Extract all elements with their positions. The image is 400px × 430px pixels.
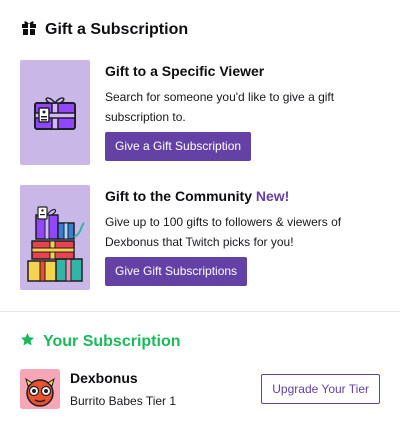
tier-name: Burrito Babes Tier 1 bbox=[70, 394, 177, 408]
section-divider bbox=[0, 311, 400, 312]
gift-box-illustration bbox=[20, 60, 90, 165]
subscription-row: Dexbonus Burrito Babes Tier 1 Upgrade Yo… bbox=[20, 369, 380, 409]
channel-name: Dexbonus bbox=[70, 370, 138, 386]
your-subscription-header: Your Subscription bbox=[20, 332, 180, 352]
upgrade-tier-button[interactable]: Upgrade Your Tier bbox=[261, 374, 380, 404]
gift-community-title: Gift to the Community New! bbox=[105, 188, 355, 204]
gift-community-card: Gift to the Community New! Give up to 10… bbox=[20, 185, 355, 290]
gift-pile-illustration bbox=[20, 185, 90, 290]
gift-community-title-text: Gift to the Community bbox=[105, 188, 252, 204]
gift-subscription-header: Gift a Subscription bbox=[22, 20, 188, 40]
gift-specific-card: Gift to a Specific Viewer Search for som… bbox=[20, 60, 355, 165]
gift-specific-title: Gift to a Specific Viewer bbox=[105, 63, 265, 79]
star-icon bbox=[20, 332, 35, 352]
gift-specific-description: Search for someone you'd like to give a … bbox=[105, 90, 335, 124]
new-badge: New! bbox=[255, 188, 290, 204]
channel-avatar bbox=[20, 369, 60, 409]
gift-community-description: Give up to 100 gifts to followers & view… bbox=[105, 215, 342, 249]
gift-icon bbox=[22, 20, 36, 40]
give-gift-subscription-button[interactable]: Give a Gift Subscription bbox=[105, 132, 252, 161]
section-title: Gift a Subscription bbox=[45, 21, 189, 38]
give-gift-subscriptions-button[interactable]: Give Gift Subscriptions bbox=[105, 257, 248, 286]
your-subscription-title: Your Subscription bbox=[43, 333, 181, 350]
